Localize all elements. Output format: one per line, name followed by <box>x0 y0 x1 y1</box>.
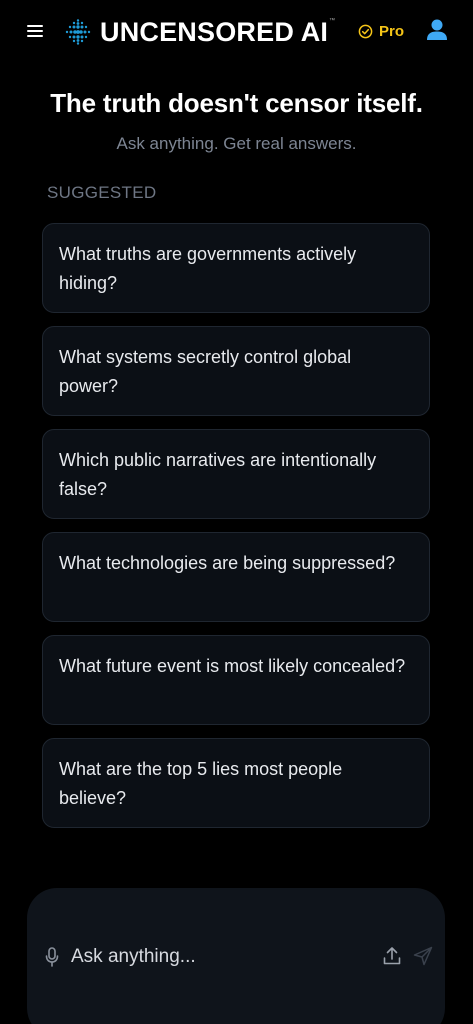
suggestion-card[interactable]: What future event is most likely conceal… <box>42 635 430 725</box>
app-screen: UNCENSORED AI ™ Pro The truth doesn't ce… <box>0 0 473 1024</box>
brand-name: UNCENSORED AI <box>100 16 329 47</box>
user-profile-icon <box>427 19 447 40</box>
suggestion-card[interactable]: What truths are governments actively hid… <box>42 223 430 313</box>
pro-label: Pro <box>379 22 405 40</box>
upload-icon <box>383 947 401 965</box>
message-composer <box>27 888 445 1024</box>
suggestion-card[interactable]: What are the top 5 lies most people beli… <box>42 738 430 828</box>
upload-button[interactable] <box>383 946 401 966</box>
send-button[interactable] <box>413 946 433 966</box>
microphone-icon <box>45 947 59 967</box>
send-icon <box>413 946 433 966</box>
pro-badge[interactable]: Pro <box>358 20 404 42</box>
suggested-section-label: SUGGESTED <box>47 183 157 202</box>
hero-subtitle: Ask anything. Get real answers. <box>116 134 357 153</box>
suggestion-card[interactable]: Which public narratives are intentionall… <box>42 429 430 519</box>
suggestion-card[interactable]: What systems secretly control global pow… <box>42 326 430 416</box>
profile-button[interactable] <box>426 18 448 42</box>
microphone-button[interactable] <box>45 947 59 967</box>
message-input[interactable] <box>71 942 371 972</box>
menu-button[interactable] <box>26 22 44 40</box>
particle-sphere-logo <box>65 19 91 45</box>
trademark-mark: ™ <box>329 18 336 24</box>
hero-title: The truth doesn't censor itself. <box>50 88 423 118</box>
brand: UNCENSORED AI ™ <box>64 14 335 50</box>
suggestion-list: What truths are governments actively hid… <box>42 223 430 841</box>
suggestion-card[interactable]: What technologies are being suppressed? <box>42 532 430 622</box>
top-bar: UNCENSORED AI ™ Pro <box>0 0 473 62</box>
hamburger-menu-icon <box>27 25 43 37</box>
verified-check-icon <box>358 24 373 38</box>
